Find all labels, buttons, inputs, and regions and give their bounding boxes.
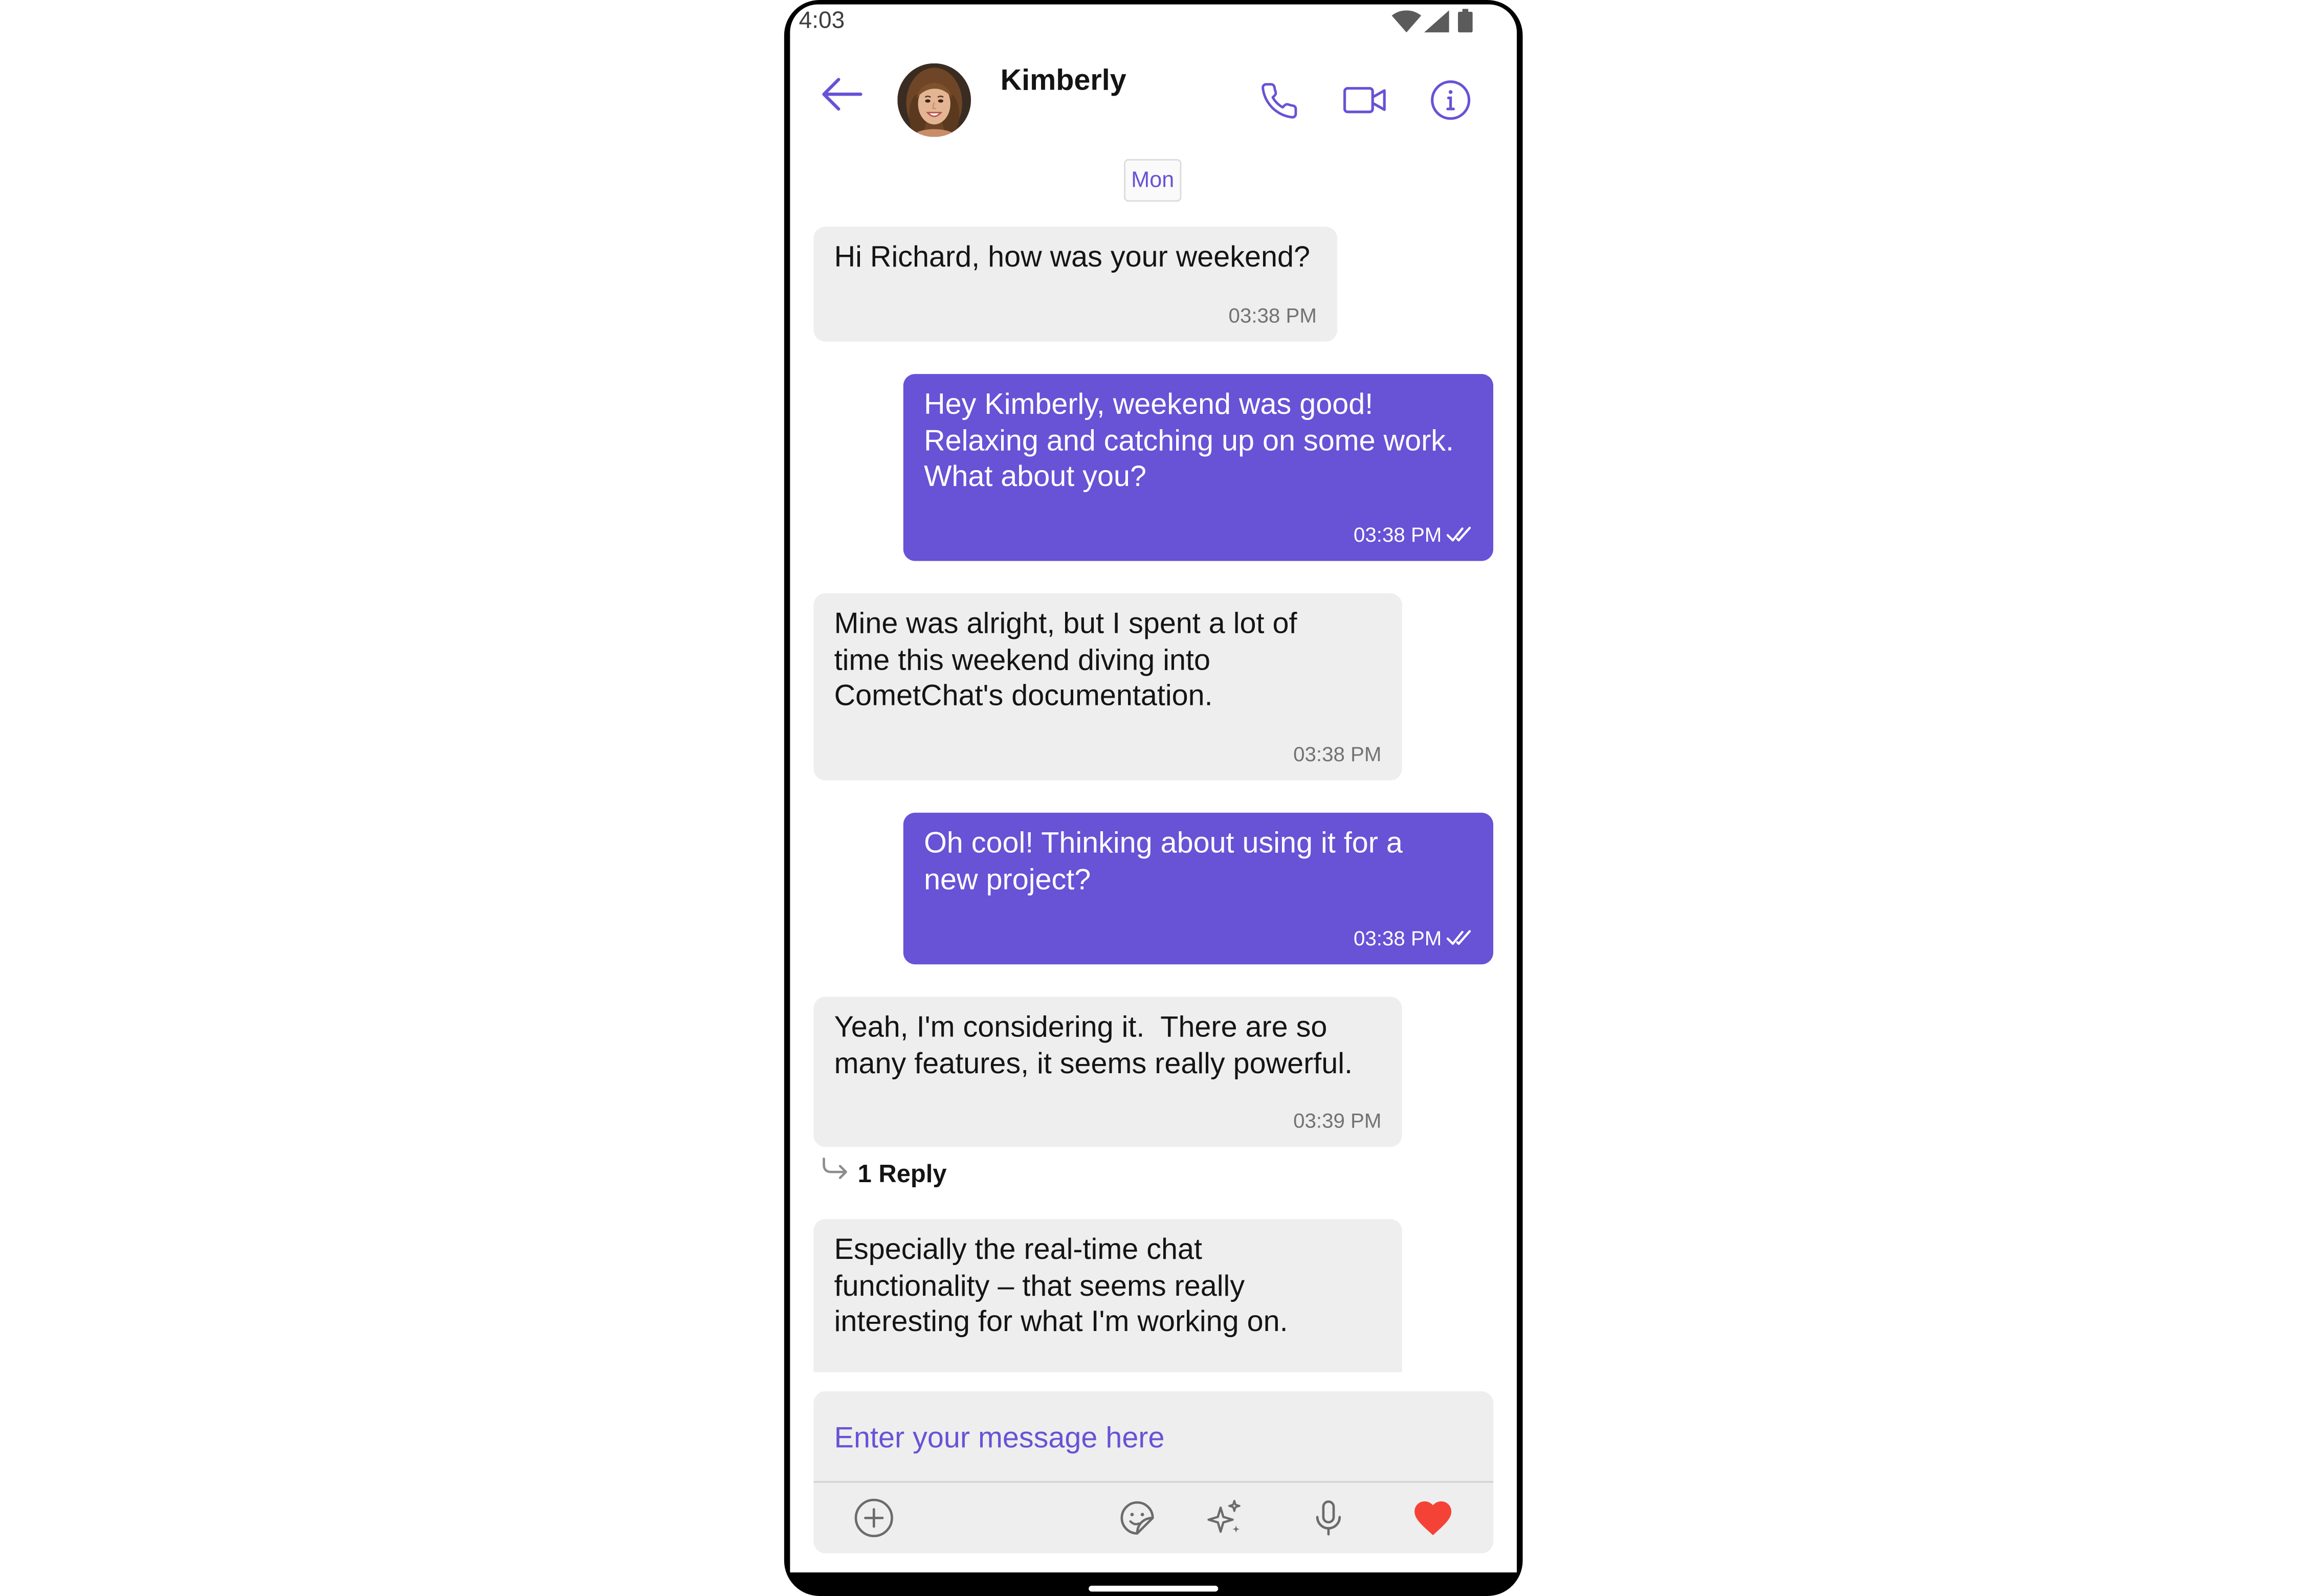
wifi-icon [1391, 10, 1422, 33]
battery-icon [1458, 9, 1473, 33]
voice-call-button[interactable] [1255, 77, 1302, 124]
message-composer [813, 1391, 1494, 1554]
sparkles-icon [1207, 1499, 1241, 1533]
message-text: Oh cool! Thinking about using it for a n… [924, 827, 1403, 896]
video-camera-icon [1343, 87, 1386, 114]
message-text: Mine was alright, but I spent a lot of t… [834, 608, 1297, 713]
message-meta: 03:38 PM [1354, 926, 1473, 949]
message-text: Especially the real-time chat functional… [834, 1233, 1288, 1339]
message-input[interactable] [813, 1391, 1494, 1481]
message-time: 03:38 PM [1354, 926, 1442, 950]
message-meta: 03:38 PM [1229, 303, 1317, 327]
app-screenshot: 4:03 Kimberly Mon Hi Richard, how was yo… [0, 0, 2301, 1596]
message-bubble[interactable]: Hi Richard, how was your weekend? 03:38 … [813, 227, 1338, 342]
double-check-icon [1446, 930, 1471, 945]
thread-replies-count: 1 Reply [857, 1160, 947, 1188]
message-meta: 03:38 PM [1293, 742, 1381, 766]
message-meta: 03:38 PM [1354, 523, 1473, 546]
message-bubble[interactable]: Oh cool! Thinking about using it for a n… [903, 812, 1494, 965]
conversation-title: Kimberly [1000, 64, 1126, 97]
message-text: Hi Richard, how was your weekend? [834, 241, 1310, 274]
message-bubble[interactable]: Especially the real-time chat functional… [813, 1219, 1402, 1372]
message-time: 03:38 PM [1354, 522, 1442, 546]
info-icon [1431, 80, 1471, 120]
home-indicator[interactable] [1089, 1585, 1219, 1592]
back-button[interactable] [818, 74, 865, 115]
microphone-icon [1316, 1500, 1341, 1536]
heart-icon [1414, 1501, 1452, 1536]
arrow-left-icon [822, 78, 862, 111]
cellular-signal-icon [1424, 10, 1449, 33]
message-time: 03:38 PM [1293, 742, 1382, 766]
sticker-icon [1120, 1501, 1154, 1535]
plus-circle-icon [854, 1498, 893, 1538]
thread-replies-link[interactable]: 1 Reply [820, 1155, 981, 1196]
attachment-button[interactable] [850, 1494, 897, 1541]
video-call-button[interactable] [1342, 77, 1389, 124]
message-text: Yeah, I'm considering it. There are so m… [834, 1011, 1353, 1080]
message-bubble[interactable]: Yeah, I'm considering it. There are so m… [813, 996, 1402, 1147]
double-check-icon [1446, 526, 1471, 542]
status-time: 4:03 [799, 9, 845, 34]
sticker-button[interactable] [1114, 1494, 1161, 1541]
message-time: 03:39 PM [1293, 1109, 1382, 1133]
message-text: Hey Kimberly, weekend was good! Relaxing… [924, 388, 1454, 494]
reply-arrow-icon [823, 1157, 847, 1179]
composer-divider [813, 1481, 1494, 1483]
message-meta: 03:39 PM [1293, 1109, 1381, 1132]
message-bubble[interactable]: Hey Kimberly, weekend was good! Relaxing… [903, 374, 1494, 561]
date-separator: Mon [1124, 159, 1182, 202]
ai-assist-button[interactable] [1201, 1494, 1248, 1541]
voice-record-button[interactable] [1305, 1494, 1352, 1541]
avatar[interactable] [897, 63, 971, 137]
message-list[interactable]: Mon Hi Richard, how was your weekend? 03… [790, 147, 1517, 1372]
phone-icon [1260, 82, 1296, 118]
info-button[interactable] [1427, 77, 1474, 124]
message-bubble[interactable]: Mine was alright, but I spent a lot of t… [813, 593, 1402, 781]
message-time: 03:38 PM [1228, 303, 1317, 327]
heart-reaction-button[interactable] [1409, 1494, 1456, 1541]
